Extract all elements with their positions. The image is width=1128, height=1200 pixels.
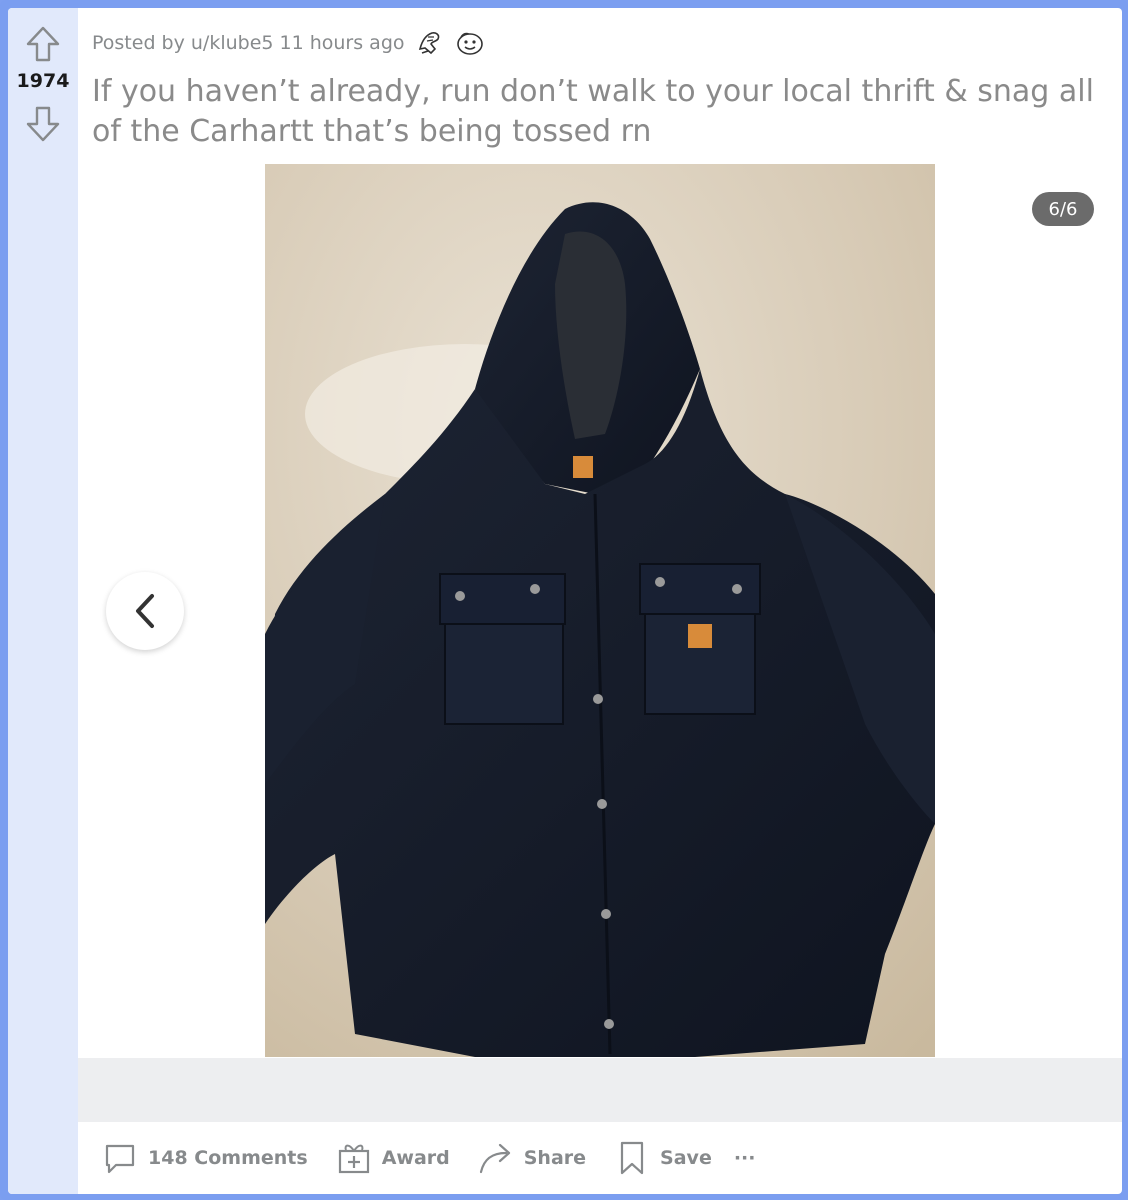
more-options-icon: ··· [733, 1147, 756, 1169]
upvote-button[interactable] [23, 24, 63, 64]
outer-frame: 1974 Posted by u/klube5 11 hours ago If … [0, 0, 1128, 1200]
share-icon [478, 1140, 514, 1176]
comments-button[interactable]: 148 Comments [98, 1133, 312, 1183]
post-actions-bar: 148 Comments Award Share Save ··· [78, 1128, 1122, 1188]
gallery-counter: 6/6 [1032, 192, 1094, 226]
share-label: Share [523, 1147, 587, 1169]
more-options-button[interactable]: ··· [730, 1133, 760, 1183]
jacket-photo [265, 164, 935, 1057]
post-time[interactable]: 11 hours ago [280, 32, 405, 54]
gallery-footer-band [78, 1058, 1122, 1122]
post-card[interactable]: 1974 Posted by u/klube5 11 hours ago If … [8, 8, 1122, 1194]
comments-label: 148 Comments [148, 1147, 308, 1169]
post-title[interactable]: If you haven’t already, run don’t walk t… [92, 72, 1102, 152]
post-meta: Posted by u/klube5 11 hours ago [92, 28, 485, 58]
downvote-button[interactable] [23, 104, 63, 144]
wholesome-award-icon[interactable] [455, 28, 485, 58]
comment-icon [102, 1140, 138, 1176]
bookmark-icon [614, 1140, 650, 1176]
award-button[interactable]: Award [332, 1133, 454, 1183]
helpful-award-icon[interactable] [415, 28, 445, 58]
downvote-arrow-icon [26, 106, 60, 142]
upvote-arrow-icon [26, 26, 60, 62]
posted-by-author[interactable]: Posted by u/klube5 [92, 32, 274, 54]
vote-column: 1974 [8, 8, 78, 1194]
save-label: Save [660, 1147, 712, 1169]
gallery-image[interactable] [265, 164, 935, 1057]
share-button[interactable]: Share [474, 1133, 590, 1183]
gift-icon [336, 1140, 372, 1176]
vote-score: 1974 [16, 70, 70, 92]
image-gallery[interactable]: 6/6 [78, 158, 1122, 1058]
save-button[interactable]: Save [610, 1133, 716, 1183]
gallery-prev-button[interactable] [106, 572, 184, 650]
award-label: Award [381, 1147, 450, 1169]
chevron-left-icon [136, 594, 154, 628]
